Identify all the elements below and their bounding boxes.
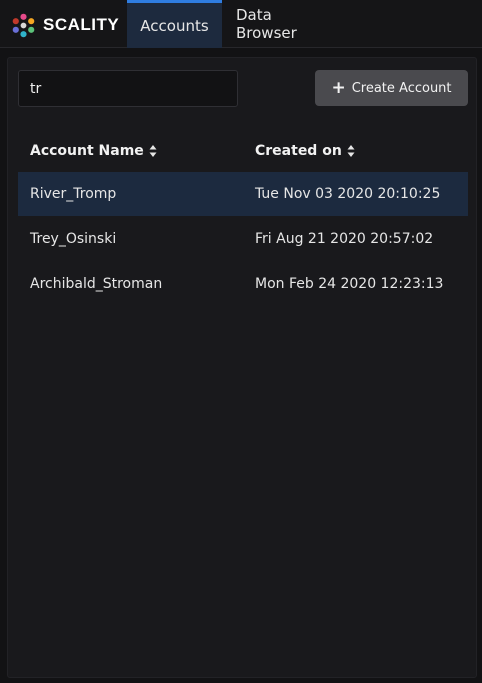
accounts-panel: + Create Account Account Name Created on…	[7, 57, 477, 678]
table-row[interactable]: Trey_Osinski Fri Aug 21 2020 20:57:02	[18, 217, 468, 261]
brand-name: SCALITY	[43, 15, 120, 34]
plus-icon: +	[331, 77, 346, 98]
scality-logo-icon	[12, 13, 35, 37]
table-row[interactable]: Archibald_Stroman Mon Feb 24 2020 12:23:…	[18, 262, 468, 306]
create-account-label: Create Account	[351, 80, 452, 96]
scality-logo[interactable]: SCALITY	[10, 11, 119, 39]
top-navbar: SCALITY Accounts Data Browser	[0, 0, 482, 48]
account-name-cell: Trey_Osinski	[30, 231, 117, 247]
created-on-cell: Tue Nov 03 2020 20:10:25	[255, 186, 441, 202]
created-on-cell: Mon Feb 24 2020 12:23:13	[255, 276, 444, 292]
created-on-cell: Fri Aug 21 2020 20:57:02	[255, 231, 434, 247]
column-header-created-on[interactable]: Created on	[255, 140, 355, 162]
column-header-label: Account Name	[30, 143, 144, 159]
sort-icon	[347, 145, 355, 157]
account-search-input[interactable]	[18, 70, 238, 107]
column-header-account-name[interactable]: Account Name	[30, 140, 157, 162]
tab-accounts[interactable]: Accounts	[127, 0, 222, 48]
tab-data-browser[interactable]: Data Browser	[236, 0, 336, 48]
create-account-button[interactable]: + Create Account	[315, 70, 468, 106]
account-name-cell: Archibald_Stroman	[30, 276, 163, 292]
table-row[interactable]: River_Tromp Tue Nov 03 2020 20:10:25	[18, 172, 468, 216]
account-name-cell: River_Tromp	[30, 186, 117, 202]
sort-icon	[149, 145, 157, 157]
column-header-label: Created on	[255, 143, 342, 159]
